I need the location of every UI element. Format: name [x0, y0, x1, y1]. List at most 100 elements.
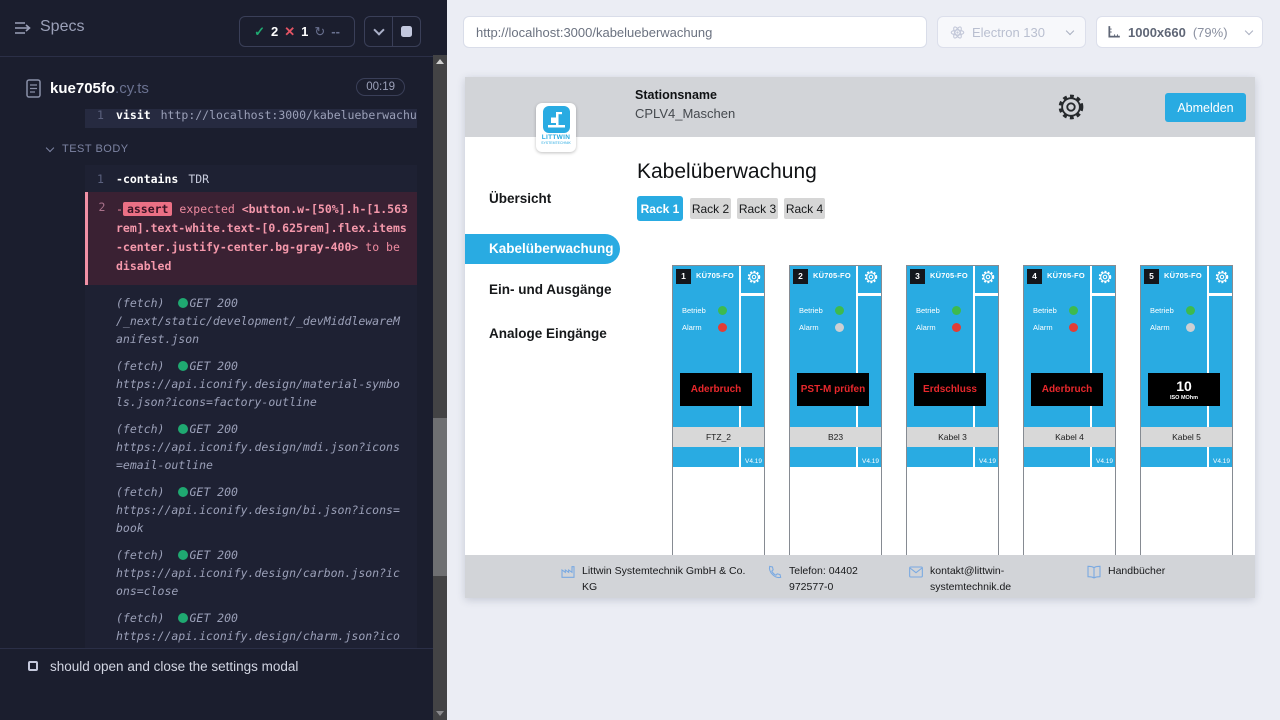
visit-command-row[interactable]: 1 visit http://localhost:3000/kabelueber… [85, 109, 417, 128]
sidebar-item-analoge-eingaenge[interactable]: Analoge Eingänge [489, 326, 607, 341]
card-lower-panel: Schleifenwiderstand [kOhm] ⟳ 0 KOhm Schl… [673, 467, 764, 555]
assert-message: assert expected <button.w-[50%].h-[1.563… [116, 200, 409, 276]
betrieb-led [835, 306, 844, 315]
rack-module-card: 5 KÜ705-FO Betrieb Alarm 10 ISO MOhm Kab… [1140, 265, 1233, 555]
card-lower-panel: Schleifenwiderstand [kOhm] ⟳ 0.645 KOhm … [1024, 467, 1115, 555]
footer-phone[interactable]: Telefon: 04402 972577-0 [767, 563, 892, 596]
module-settings-button[interactable] [747, 270, 761, 284]
sidebar-item-kabelueberwachung[interactable]: Kabelüberwachung [465, 234, 620, 264]
gear-icon [747, 270, 761, 284]
page-title: Kabelüberwachung [637, 160, 817, 184]
command-log: 1 visit http://localhost:3000/kabelueber… [0, 109, 433, 648]
status-display: PST-M prüfen [797, 373, 869, 406]
status-ok-dot [178, 298, 188, 308]
fetch-url: /_next/static/development/_devMiddleware… [116, 312, 405, 348]
failed-assert-row[interactable]: 2 assert expected <button.w-[50%].h-[1.5… [85, 192, 417, 285]
littwin-logo: LITTWIN SYSTEMTECHNIK [536, 103, 576, 152]
alarm-led [952, 323, 961, 332]
footer-manuals-link[interactable]: Handbücher [1086, 563, 1165, 580]
scroll-down-arrow-icon[interactable] [436, 711, 444, 716]
station-info: Stationsname CPLV4_Maschen [635, 88, 735, 121]
status-unit: ISO MOhm [1170, 395, 1198, 401]
gear-icon [981, 270, 995, 284]
scroll-up-arrow-icon[interactable] [436, 59, 444, 64]
contains-command-row[interactable]: 1 contains TDR [85, 165, 417, 192]
book-icon [1086, 564, 1102, 580]
failed-icon: ✕ [284, 24, 295, 40]
specs-menu-icon[interactable] [14, 21, 32, 40]
scrollbar-thumb[interactable] [433, 418, 447, 576]
spec-file-name: kue705fo.cy.ts [50, 80, 149, 97]
module-settings-button[interactable] [864, 270, 878, 284]
alarm-label: Alarm [1033, 323, 1053, 332]
tab-rack-3[interactable]: Rack 3 [737, 198, 778, 219]
fetch-log-row[interactable]: (fetch)GET 200 https://api.iconify.desig… [85, 537, 417, 600]
module-model: KÜ705-FO [1164, 271, 1202, 280]
logout-button[interactable]: Abmelden [1165, 93, 1246, 122]
viewport-zoom: (79%) [1193, 25, 1228, 40]
betrieb-led [1069, 306, 1078, 315]
tab-rack-2[interactable]: Rack 2 [690, 198, 731, 219]
logo-subtext: SYSTEMTECHNIK [536, 141, 576, 145]
settings-gear-button[interactable] [1057, 93, 1085, 121]
fetch-log-row[interactable]: (fetch)GET 200 https://api.iconify.desig… [85, 411, 417, 474]
fetch-head: (fetch)GET 200 [116, 546, 405, 564]
next-test-row[interactable]: should open and close the settings modal [0, 648, 433, 683]
electron-icon [950, 25, 965, 40]
ruler-icon [1107, 25, 1121, 39]
test-body-section[interactable]: TEST BODY [47, 143, 433, 155]
runner-header: Specs ✓ 2 ✕ 1 ↻ -- [0, 0, 433, 57]
app-footer: Littwin Systemtechnik GmbH & Co. KG Tele… [465, 555, 1255, 598]
status-ok-dot [178, 361, 188, 371]
fetch-log-row[interactable]: (fetch)GET 200 https://api.iconify.desig… [85, 474, 417, 537]
fetch-log-row[interactable]: (fetch)GET 200 /_next/static/development… [85, 285, 417, 348]
littwin-logo-icon [543, 106, 570, 133]
status-message: Aderbruch [691, 384, 742, 395]
chevron-down-icon [1066, 27, 1074, 35]
specs-title: Specs [40, 18, 84, 36]
betrieb-label: Betrieb [1033, 306, 1057, 315]
url-input[interactable] [463, 16, 927, 48]
firmware-version: V4.19 [745, 458, 762, 465]
status-ok-dot [178, 487, 188, 497]
firmware-version: V4.19 [1096, 458, 1113, 465]
module-model: KÜ705-FO [930, 271, 968, 280]
assert-badge: assert [123, 202, 173, 216]
fetch-url: https://api.iconify.design/charm.json?ic… [116, 627, 405, 648]
divider [1207, 447, 1209, 467]
gear-icon [1098, 270, 1112, 284]
sidebar-item-ein-und-ausgaenge[interactable]: Ein- und Ausgänge [489, 282, 612, 297]
command-list: 1 contains TDR 2 assert expected <button… [85, 165, 417, 648]
email-icon [908, 564, 924, 580]
runner-scrollbar[interactable] [433, 55, 447, 720]
visit-command: visit [116, 109, 151, 122]
factory-icon [560, 564, 576, 580]
sidebar-item-uebersicht[interactable]: Übersicht [489, 191, 551, 206]
divider [856, 447, 858, 467]
tab-rack-1[interactable]: Rack 1 [637, 196, 683, 221]
footer-email[interactable]: kontakt@littwin-systemtechnik.de [908, 563, 1020, 596]
station-label: Stationsname [635, 88, 735, 102]
status-message: Aderbruch [1042, 384, 1093, 395]
stop-button[interactable] [392, 17, 420, 46]
cable-name: B23 [790, 427, 881, 447]
browser-select[interactable]: Electron 130 [937, 16, 1086, 48]
fetch-log-row[interactable]: (fetch)GET 200 https://api.iconify.desig… [85, 348, 417, 411]
status-value: 10 [1176, 379, 1192, 394]
fetch-log-row[interactable]: (fetch)GET 200 https://api.iconify.desig… [85, 600, 417, 648]
chevron-down-icon [373, 24, 384, 35]
module-settings-button[interactable] [1098, 270, 1112, 284]
pending-count: -- [331, 24, 340, 39]
line-number: 1 [85, 172, 116, 186]
status-display: 10 ISO MOhm [1148, 373, 1220, 406]
module-settings-button[interactable] [981, 270, 995, 284]
module-number: 2 [793, 269, 808, 284]
module-model: KÜ705-FO [813, 271, 851, 280]
spec-file-row[interactable]: kue705fo.cy.ts 00:19 [0, 71, 433, 109]
tab-rack-4[interactable]: Rack 4 [784, 198, 825, 219]
viewport-select[interactable]: 1000x660 (79%) [1096, 16, 1263, 48]
test-stats[interactable]: ✓ 2 ✕ 1 ↻ -- [239, 16, 355, 47]
contains-arg: TDR [188, 172, 209, 186]
module-settings-button[interactable] [1215, 270, 1229, 284]
collapse-button[interactable] [365, 17, 392, 46]
